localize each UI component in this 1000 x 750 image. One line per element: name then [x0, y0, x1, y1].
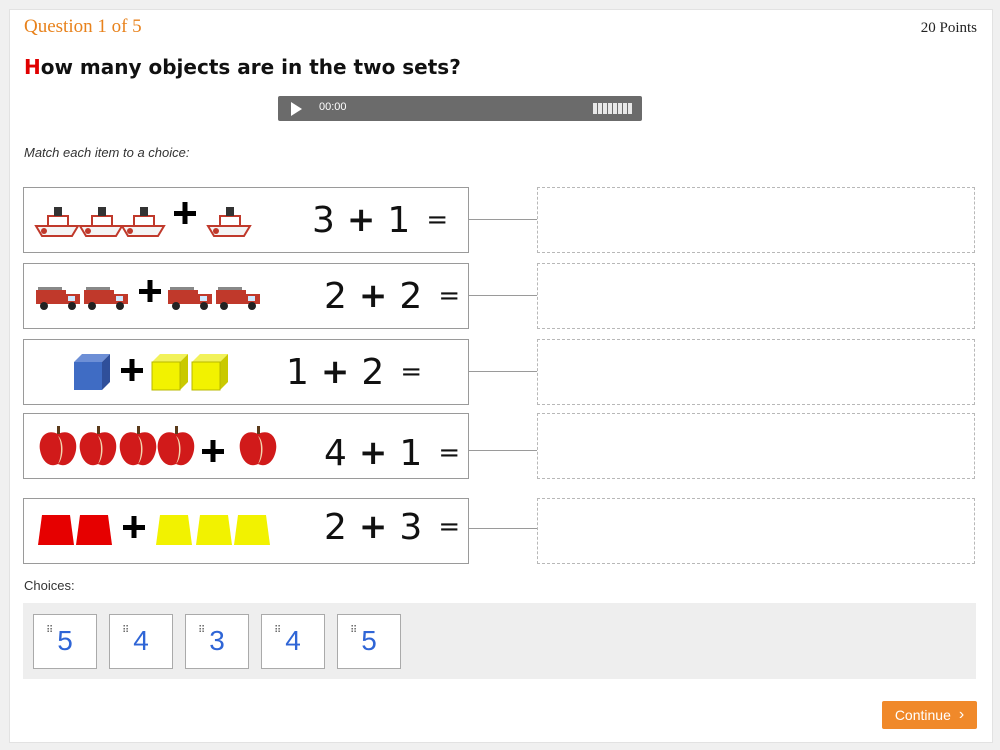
connector-line: [468, 528, 538, 529]
drop-slot-2[interactable]: [537, 263, 975, 329]
title-rest: ow many objects are in the two sets?: [40, 55, 461, 79]
boat-icon: [34, 207, 252, 237]
plus-icon: [123, 516, 145, 538]
plus-icon: [139, 280, 161, 302]
plus-icon: [121, 359, 143, 381]
choice-value: 3: [209, 625, 225, 656]
continue-button[interactable]: Continue ›: [882, 701, 977, 729]
question-title: How many objects are in the two sets?: [24, 55, 461, 79]
match-item-cubes[interactable]: 1 +2 =: [23, 339, 469, 405]
apple-icon: [39, 426, 277, 466]
equation: 2 +2 =: [324, 275, 461, 317]
match-item-boats[interactable]: 3 +1 =: [23, 187, 469, 253]
choices-tray: ⠿ 5 ⠿ 4 ⠿ 3 ⠿ 4 ⠿ 5: [23, 603, 976, 679]
connector-line: [468, 371, 538, 372]
instruction-text: Match each item to a choice:: [24, 145, 190, 160]
drop-slot-1[interactable]: [537, 187, 975, 253]
points-label: 20 Points: [920, 20, 977, 36]
choice-chip[interactable]: ⠿ 4: [109, 614, 173, 669]
equation: 3 +1 =: [312, 199, 449, 241]
equation: 1 +2 =: [286, 351, 423, 393]
audio-player: 00:00: [278, 96, 642, 121]
equation: 2 +3 =: [324, 506, 461, 548]
cube-icon: [74, 354, 228, 391]
connector-line: [468, 219, 538, 220]
trapezoid-icon: [38, 515, 270, 545]
choice-chip[interactable]: ⠿ 3: [185, 614, 249, 669]
choice-chip[interactable]: ⠿ 4: [261, 614, 325, 669]
choice-value: 4: [133, 625, 149, 656]
match-item-fire-trucks[interactable]: 2 +2 =: [23, 263, 469, 329]
chevron-right-icon: ›: [958, 706, 965, 723]
equation: 4 +1 =: [324, 432, 461, 474]
question-counter: Question 1 of 5: [24, 16, 142, 37]
drop-slot-3[interactable]: [537, 339, 975, 405]
choice-value: 4: [285, 625, 301, 656]
continue-label: Continue: [894, 707, 951, 723]
drop-slot-5[interactable]: [537, 498, 975, 564]
question-card: Question 1 of 5 20 Points How many objec…: [9, 9, 993, 743]
match-item-trapezoids[interactable]: 2 +3 =: [23, 498, 469, 564]
title-first-letter: H: [24, 55, 41, 79]
choice-value: 5: [361, 625, 377, 656]
choice-chip[interactable]: ⠿ 5: [33, 614, 97, 669]
connector-line: [468, 450, 538, 451]
choice-value: 5: [57, 625, 73, 656]
connector-line: [468, 295, 538, 296]
choice-chip[interactable]: ⠿ 5: [337, 614, 401, 669]
play-icon[interactable]: [291, 102, 302, 116]
audio-time: 00:00: [319, 101, 347, 113]
choices-label: Choices:: [24, 578, 75, 593]
drop-slot-4[interactable]: [537, 413, 975, 479]
match-item-apples[interactable]: 4 +1 =: [23, 413, 469, 479]
plus-icon: [202, 440, 224, 462]
plus-icon: [174, 202, 196, 224]
volume-bars-icon[interactable]: [593, 103, 632, 114]
